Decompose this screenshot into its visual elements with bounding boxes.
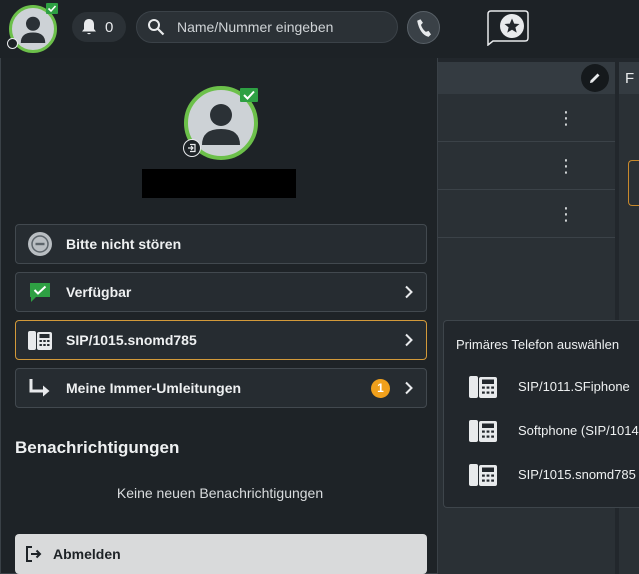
logout-button[interactable]: Abmelden <box>15 534 427 574</box>
user-name-redacted <box>142 169 296 198</box>
status-dnd-label: Bitte nicht stören <box>66 236 182 252</box>
login-status-icon <box>183 139 201 157</box>
dnd-icon <box>26 230 54 258</box>
redirects-count-badge: 1 <box>371 379 390 398</box>
presence-check-icon <box>46 3 58 14</box>
desk-phone-icon <box>469 420 497 442</box>
phone-option-label: SIP/1015.snomd785 <box>518 466 636 482</box>
kebab-menu-icon[interactable]: ⋮ <box>557 157 575 175</box>
desk-phone-icon <box>26 326 54 354</box>
forward-arrow-icon <box>26 374 54 402</box>
notifications-heading: Benachrichtigungen <box>15 438 180 457</box>
kebab-menu-icon[interactable]: ⋮ <box>557 205 575 223</box>
desk-phone-icon <box>469 464 497 486</box>
login-status-icon <box>7 38 18 49</box>
chevron-right-icon <box>405 381 413 395</box>
phone-option[interactable]: Softphone (SIP/1014 <box>468 415 639 445</box>
notifications-button[interactable]: 0 <box>72 12 126 42</box>
phone-handset-icon <box>416 18 431 37</box>
bell-icon <box>82 19 96 35</box>
logout-label: Abmelden <box>53 546 121 562</box>
chevron-right-icon <box>405 333 413 347</box>
side-panel-tab[interactable] <box>628 160 639 206</box>
redirects-button[interactable]: Meine Immer-Umleitungen 1 <box>15 368 427 408</box>
search-input[interactable] <box>177 19 387 35</box>
desk-phone-icon <box>469 376 497 398</box>
redirects-label: Meine Immer-Umleitungen <box>66 380 242 396</box>
presence-check-icon <box>240 88 258 102</box>
list-item[interactable]: ⋮ <box>437 142 615 190</box>
phone-option[interactable]: SIP/1015.snomd785 <box>468 459 636 489</box>
favorites-button[interactable] <box>485 10 531 47</box>
list-item[interactable]: ⋮ <box>437 190 615 238</box>
call-button[interactable] <box>407 11 440 44</box>
list-item[interactable]: ⋮ <box>437 94 615 142</box>
primary-phone-label: SIP/1015.snomd785 <box>66 332 197 348</box>
star-bubble-icon <box>487 10 529 47</box>
chevron-right-icon <box>405 285 413 299</box>
status-dnd-button[interactable]: Bitte nicht stören <box>15 224 427 264</box>
available-check-icon <box>26 278 54 306</box>
top-bar: 0 <box>0 0 639 58</box>
status-available-label: Verfügbar <box>66 284 132 300</box>
phone-option-label: SIP/1011.SFiphone <box>518 378 630 394</box>
pencil-icon <box>590 73 600 83</box>
notifications-count: 0 <box>105 18 114 36</box>
edit-button[interactable] <box>581 64 609 92</box>
phone-option[interactable]: SIP/1011.SFiphone <box>468 371 630 401</box>
profile-menu-panel: Bitte nicht stören Verfügbar SIP/1015.sn… <box>0 58 438 574</box>
phone-option-label: Softphone (SIP/1014 <box>518 422 639 438</box>
submenu-title: Primäres Telefon auswählen <box>456 337 620 352</box>
side-panel-header: F <box>619 62 639 94</box>
search-icon <box>148 19 165 36</box>
primary-phone-button[interactable]: SIP/1015.snomd785 <box>15 320 427 360</box>
notifications-empty-text: Keine neuen Benachrichtigungen <box>116 485 324 501</box>
primary-phone-submenu: Primäres Telefon auswählen SIP/1011.SFip… <box>443 320 639 508</box>
kebab-menu-icon[interactable]: ⋮ <box>557 109 575 127</box>
avatar-icon <box>20 16 46 43</box>
status-available-button[interactable]: Verfügbar <box>15 272 427 312</box>
logout-icon <box>26 546 42 562</box>
search-box[interactable] <box>136 11 398 43</box>
